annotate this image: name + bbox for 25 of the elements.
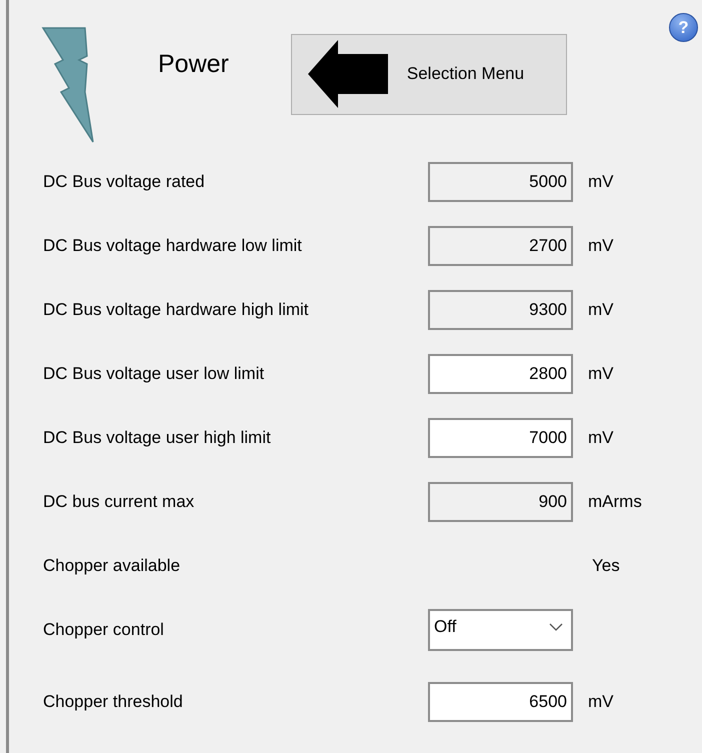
chevron-down-icon: [549, 623, 563, 631]
unit-label: mV: [588, 172, 614, 192]
field-label: DC Bus voltage user high limit: [43, 428, 272, 448]
field-label: DC Bus voltage user low limit: [43, 364, 266, 384]
field-label: DC Bus voltage hardware high limit: [43, 300, 310, 320]
field-label: Chopper threshold: [43, 692, 184, 712]
value-text: Yes: [592, 556, 620, 576]
unit-label: mV: [588, 300, 614, 320]
page-title: Power: [158, 50, 229, 78]
dropdown[interactable]: Off: [428, 609, 573, 651]
field-label: Chopper available: [43, 556, 182, 576]
unit-label: mV: [588, 428, 614, 448]
number-field[interactable]: 2800: [428, 354, 573, 394]
unit-label: mV: [588, 364, 614, 384]
field-label: DC bus current max: [43, 492, 196, 512]
unit-label: mV: [588, 692, 614, 712]
field-label: DC Bus voltage hardware low limit: [43, 236, 303, 256]
selection-menu-button[interactable]: Selection Menu: [290, 34, 567, 114]
field-label: Chopper control: [43, 620, 165, 640]
number-field[interactable]: 7000: [428, 418, 573, 458]
unit-label: mArms: [588, 492, 642, 512]
field-label: DC Bus voltage rated: [43, 172, 206, 192]
unit-label: mV: [588, 236, 614, 256]
number-field[interactable]: 6500: [428, 682, 573, 722]
left-arrow-icon: [308, 40, 388, 108]
